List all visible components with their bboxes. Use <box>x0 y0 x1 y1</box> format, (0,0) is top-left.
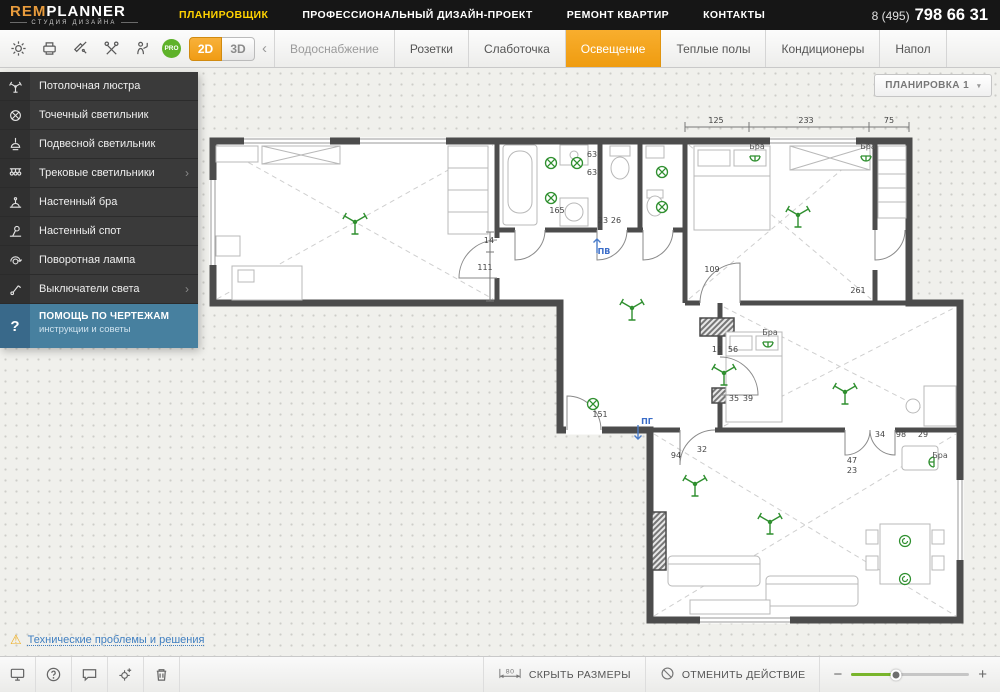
zoom-out-button[interactable]: − <box>833 667 842 682</box>
zoom-slider[interactable] <box>851 669 970 680</box>
top-nav: ПЛАНИРОВЩИК ПРОФЕССИОНАЛЬНЫЙ ДИЗАЙН-ПРОЕК… <box>162 0 782 30</box>
dimension-icon: 80 <box>498 667 522 683</box>
sidebar-item-2[interactable]: Точечный светильник <box>0 101 198 130</box>
dimension-icon-text: 80 <box>505 667 514 675</box>
tab-7[interactable]: Напол <box>880 30 947 67</box>
help-title: ПОМОЩЬ ПО ЧЕРТЕЖАМ <box>39 311 170 322</box>
sidebar-item-4[interactable]: Трековые светильники › <box>0 159 198 188</box>
view-2d-button[interactable]: 2D <box>189 36 222 61</box>
nav-item-1[interactable]: ПЛАНИРОВЩИК <box>162 0 285 30</box>
zoom-control: − + <box>819 657 1000 692</box>
toolbar: PRO 2D 3D ‹ Водоснабжение Розетки Слаботоч… <box>0 30 1000 68</box>
top-header: REMPLANNER СТУДИЯ ДИЗАЙНА ПЛАНИРОВЩИК ПРО… <box>0 0 1000 30</box>
footer-spacer <box>180 657 483 692</box>
section-tabs: Водоснабжение Розетки Слаботочка Освещение Т… <box>274 30 1000 67</box>
tab-4[interactable]: Освещение <box>565 30 662 67</box>
sidebar-item-7[interactable]: Поворотная лампа <box>0 246 198 275</box>
track-icon <box>0 159 30 187</box>
tab-6[interactable]: Кондиционеры <box>766 30 881 67</box>
sidebar-items: Потолочная люстра Точечный светильник Подв… <box>0 72 198 304</box>
chevron-right-icon: › <box>185 166 189 180</box>
sidebar-item-label: Выключатели света <box>39 283 140 295</box>
nav-item-3[interactable]: РЕМОНТ КВАРТИР <box>550 0 686 30</box>
sidebar-item-label: Точечный светильник <box>39 109 149 121</box>
print-icon[interactable] <box>36 36 62 62</box>
monitor-icon[interactable] <box>0 657 36 692</box>
sidebar-item-label: Подвесной светильник <box>39 138 156 150</box>
trash-icon[interactable] <box>144 657 180 692</box>
gear-plus-icon[interactable] <box>108 657 144 692</box>
hide-dimensions-label: СКРЫТЬ РАЗМЕРЫ <box>528 668 631 681</box>
chevron-down-icon: ▾ <box>977 82 981 90</box>
tab-3[interactable]: Слаботочка <box>469 30 566 67</box>
builder-icon[interactable] <box>129 36 155 62</box>
sidebar-item-1[interactable]: Потолочная люстра <box>0 72 198 101</box>
sidebar-item-label: Трековые светильники <box>39 167 155 179</box>
settings-icon[interactable] <box>5 36 31 62</box>
tech-problems-link[interactable]: ⚠ Технические проблемы и решения <box>10 632 204 648</box>
hide-dimensions-button[interactable]: 80 СКРЫТЬ РАЗМЕРЫ <box>482 657 645 692</box>
chat-icon[interactable] <box>72 657 108 692</box>
spot-light-icon <box>0 101 30 129</box>
undo-action-label: ОТМЕНИТЬ ДЕЙСТВИЕ <box>681 668 806 681</box>
chevron-right-icon: › <box>185 282 189 296</box>
footer-tools <box>0 657 180 692</box>
undo-action-button[interactable]: ОТМЕНИТЬ ДЕЙСТВИЕ <box>644 657 820 692</box>
pendant-icon <box>0 130 30 158</box>
sidebar-item-6[interactable]: Настенный спот <box>0 217 198 246</box>
help-subtitle: инструкции и советы <box>39 324 131 335</box>
zoom-in-button[interactable]: + <box>978 667 987 682</box>
help-icon[interactable] <box>36 657 72 692</box>
question-icon: ? <box>0 304 30 348</box>
phone-number: 8 (495) 798 66 31 <box>872 6 988 25</box>
help-banner[interactable]: ? ПОМОЩЬ ПО ЧЕРТЕЖАМ инструкции и советы <box>0 304 198 348</box>
tab-2[interactable]: Розетки <box>395 30 469 67</box>
lighting-tools-sidebar: Потолочная люстра Точечный светильник Подв… <box>0 72 198 348</box>
logo-subtitle: СТУДИЯ ДИЗАЙНА <box>10 20 138 26</box>
wall-spot-icon <box>0 217 30 245</box>
sidebar-item-label: Настенный бра <box>39 196 118 208</box>
logo-text: REMPLANNER <box>10 2 126 20</box>
chandelier-icon <box>0 72 30 100</box>
phone-prefix: 8 (495) <box>871 8 910 23</box>
warning-icon: ⚠ <box>10 632 22 647</box>
rotate-lamp-icon <box>0 246 30 274</box>
help-text: ПОМОЩЬ ПО ЧЕРТЕЖАМ инструкции и советы <box>30 304 169 348</box>
sidebar-item-label: Поворотная лампа <box>39 254 136 266</box>
toolbar-tools <box>0 36 155 62</box>
view-3d-button[interactable]: 3D <box>222 36 255 61</box>
bottom-toolbar: 80 СКРЫТЬ РАЗМЕРЫ ОТМЕНИТЬ ДЕЙСТВИЕ − + <box>0 656 1000 692</box>
nav-item-4[interactable]: КОНТАКТЫ <box>686 0 782 30</box>
layout-selector[interactable]: ПЛАНИРОВКА 1 ▾ <box>874 74 992 97</box>
undo-icon <box>660 666 675 684</box>
tab-5[interactable]: Теплые полы <box>661 30 767 67</box>
sidebar-item-label: Потолочная люстра <box>39 80 141 92</box>
trowel-icon[interactable] <box>67 36 93 62</box>
nav-item-2[interactable]: ПРОФЕССИОНАЛЬНЫЙ ДИЗАЙН-ПРОЕКТ <box>285 0 549 30</box>
zoom-slider-fill <box>851 673 897 676</box>
pro-badge[interactable]: PRO <box>162 39 181 58</box>
logo[interactable]: REMPLANNER СТУДИЯ ДИЗАЙНА <box>10 2 138 26</box>
tabs-scroll-left-icon[interactable]: ‹ <box>255 40 274 57</box>
sidebar-item-3[interactable]: Подвесной светильник <box>0 130 198 159</box>
sidebar-item-8[interactable]: Выключатели света › <box>0 275 198 304</box>
sidebar-item-5[interactable]: Настенный бра <box>0 188 198 217</box>
layout-selector-label: ПЛАНИРОВКА 1 <box>885 80 970 91</box>
tech-problems-label: Технические проблемы и решения <box>27 634 205 646</box>
phone-main: 798 66 31 <box>914 5 988 24</box>
switch-icon <box>0 275 30 303</box>
bra-icon <box>0 188 30 216</box>
tab-1[interactable]: Водоснабжение <box>275 30 395 67</box>
zoom-slider-thumb[interactable] <box>890 669 902 680</box>
tools-icon[interactable] <box>98 36 124 62</box>
sidebar-item-label: Настенный спот <box>39 225 122 237</box>
